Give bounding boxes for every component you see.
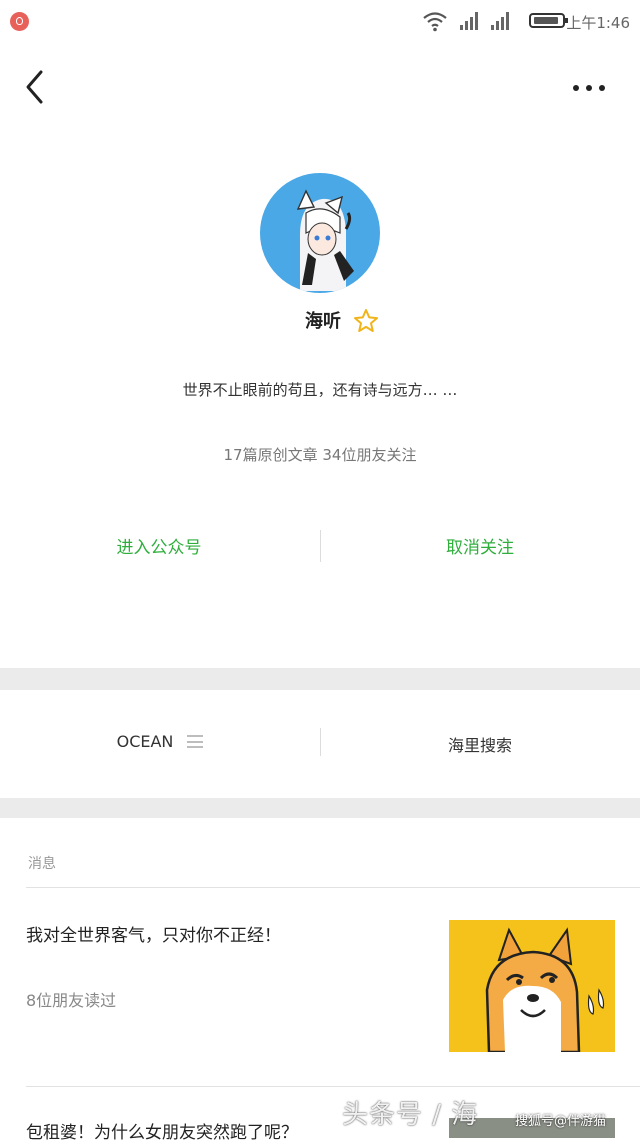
list-divider [26,1086,640,1087]
menu-ocean-label: OCEAN [116,732,174,751]
watermark-credit: 搜狐号@伴游猫 [515,1114,607,1129]
star-icon[interactable] [353,308,379,334]
section-separator [0,668,640,690]
signal-icon-1 [460,12,478,30]
wifi-icon [423,12,447,32]
battery-icon [529,13,568,28]
anime-girl-avatar-image [296,189,354,291]
article-read-count: 8位朋友读过 [26,991,117,1010]
unfollow-button[interactable]: 取消关注 [380,533,580,558]
avatar [260,173,380,293]
messages-section-label: 消息 [28,856,56,872]
status-time: 上午1:46 [566,14,630,32]
signal-icon-2 [491,12,509,30]
menu-divider [320,728,321,756]
notification-app-icon [10,12,29,31]
section-separator [0,798,640,818]
shiba-dog-image [485,927,605,1052]
article-thumbnail[interactable] [449,920,615,1052]
account-stats: 17篇原创文章 34位朋友关注 [223,446,417,464]
action-divider [320,530,321,562]
article-title[interactable]: 我对全世界客气，只对你不正经！ [26,921,426,946]
more-options-icon[interactable] [568,78,610,98]
account-bio: 世界不止眼前的苟且，还有诗与远方… … [182,381,458,399]
enter-official-account-button[interactable]: 进入公众号 [59,533,259,558]
watermark-text: 头条号 / 海 [342,1100,479,1130]
menu-sea-search[interactable]: 海里搜索 [380,732,580,756]
menu-ocean[interactable]: OCEAN [60,732,260,751]
back-arrow-icon[interactable] [20,67,56,107]
status-bar: 上午1:46 [0,0,640,44]
list-divider [26,887,640,888]
menu-list-icon [187,735,204,748]
